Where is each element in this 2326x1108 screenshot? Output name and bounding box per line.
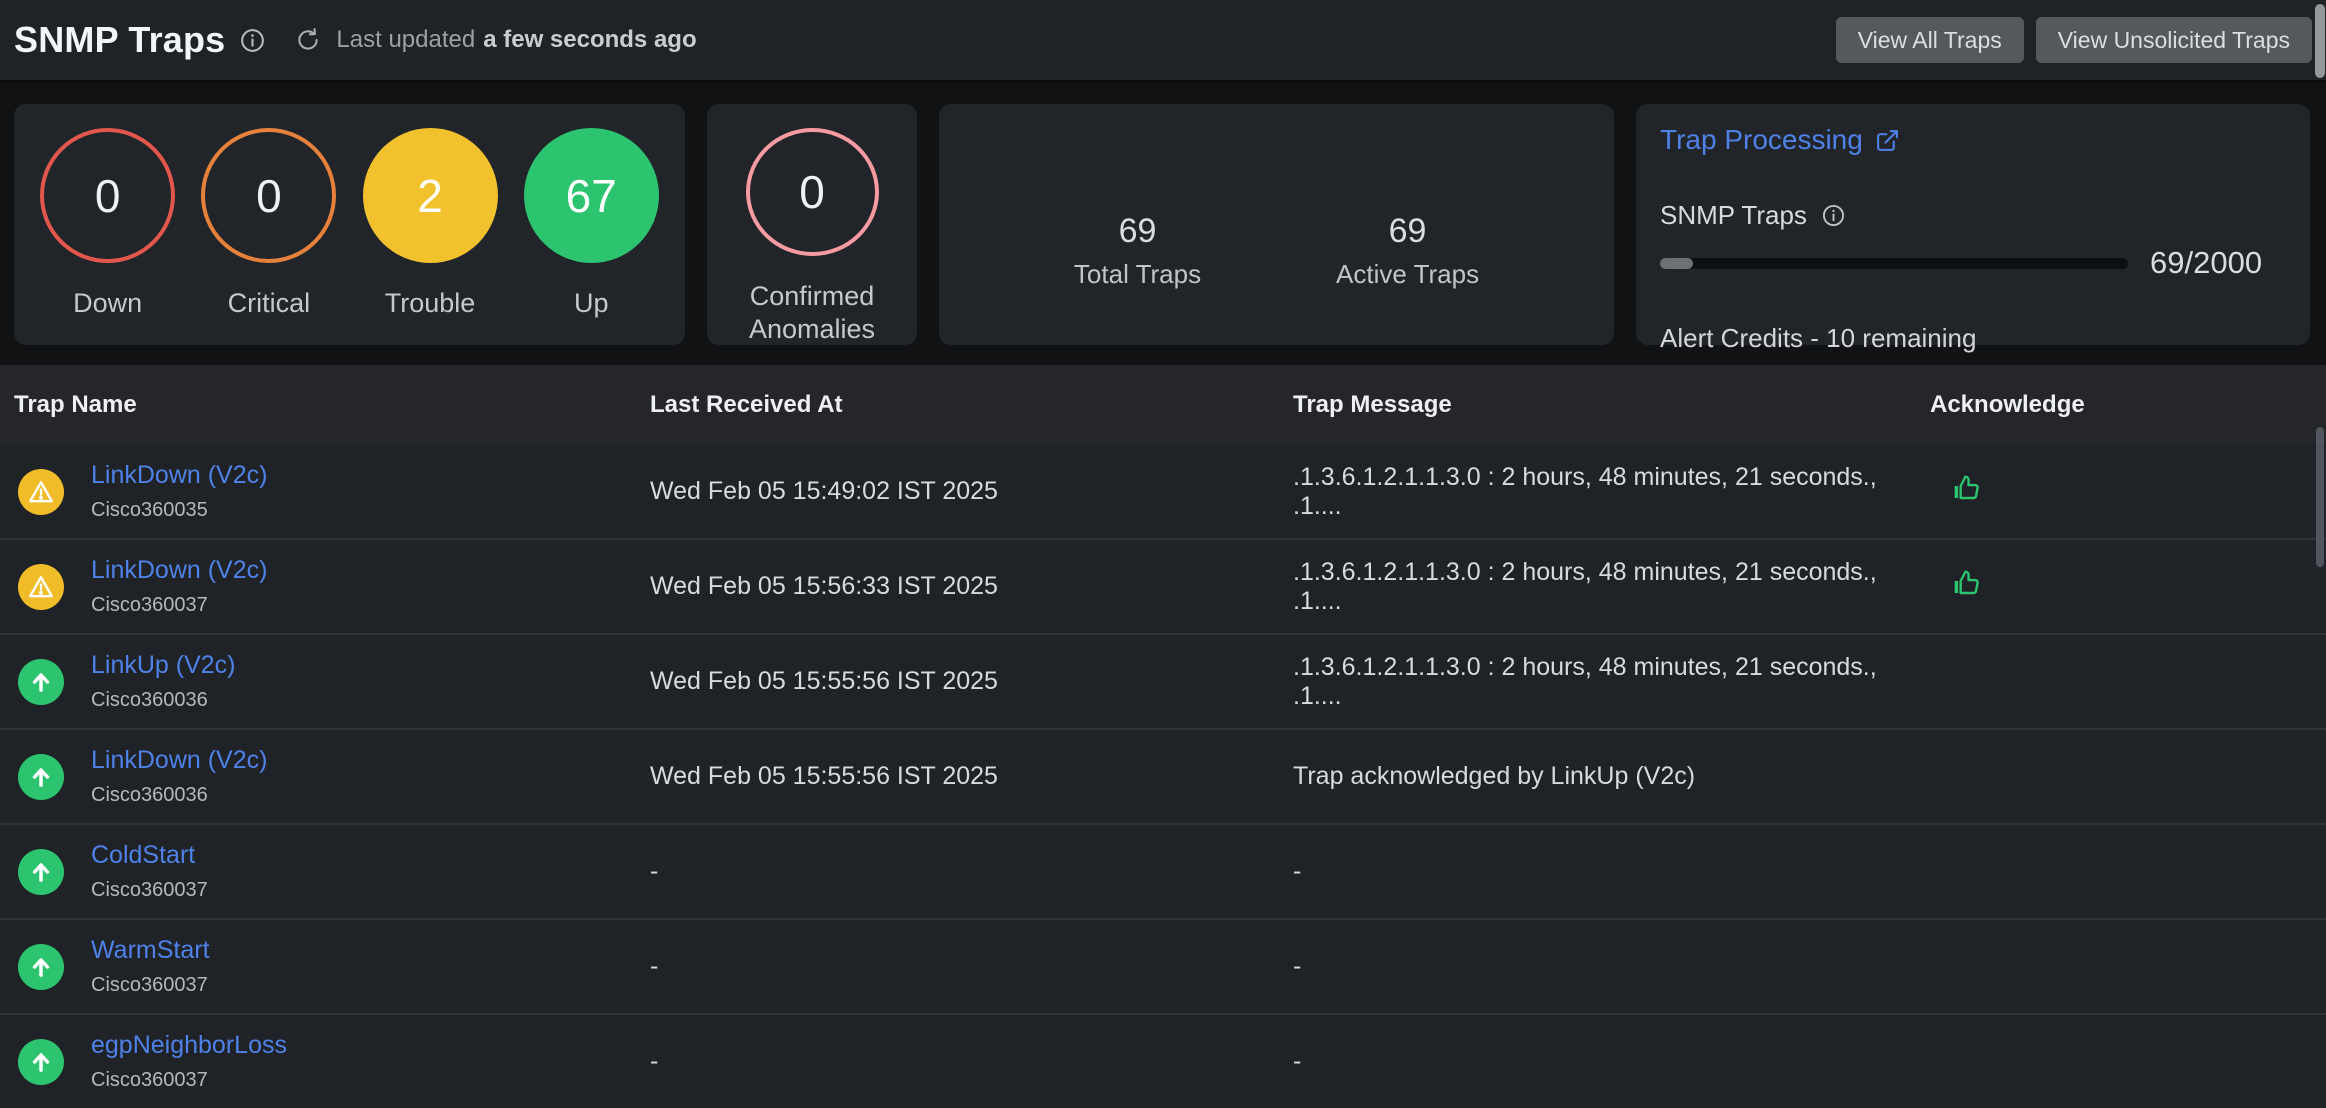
traps-table: Trap Name Last Received At Trap Message … bbox=[0, 365, 2326, 1108]
trap-message: .1.3.6.1.2.1.1.3.0 : 2 hours, 48 minutes… bbox=[1293, 653, 1930, 711]
page-title: SNMP Traps bbox=[14, 19, 225, 61]
last-received-at: Wed Feb 05 15:55:56 IST 2025 bbox=[650, 762, 1293, 791]
trouble-count-circle: 2 bbox=[363, 128, 498, 263]
view-unsolicited-traps-button[interactable]: View Unsolicited Traps bbox=[2036, 17, 2312, 63]
summary-cards-row: 0 Down 0 Critical 2 Trouble 67 Up 0 Conf… bbox=[14, 104, 2310, 345]
traps-usage-progress-fill bbox=[1660, 258, 1693, 269]
status-down: 0 Down bbox=[40, 128, 175, 319]
last-received-at: Wed Feb 05 15:49:02 IST 2025 bbox=[650, 477, 1293, 506]
critical-count-circle: 0 bbox=[201, 128, 336, 263]
table-row: WarmStart Cisco360037 - - bbox=[0, 920, 2326, 1015]
device-name: Cisco360036 bbox=[91, 784, 267, 807]
column-header-acknowledge: Acknowledge bbox=[1930, 391, 2326, 419]
last-updated-text: Last updateda few seconds ago bbox=[336, 26, 696, 54]
trap-processing-card: Trap Processing SNMP Traps 69/2000 Alert… bbox=[1636, 104, 2310, 345]
status-label: Up bbox=[574, 287, 609, 319]
trap-name-link[interactable]: WarmStart bbox=[91, 936, 210, 965]
status-up: 67 Up bbox=[524, 128, 659, 319]
column-header-trap-message: Trap Message bbox=[1293, 391, 1930, 419]
table-row: LinkUp (V2c) Cisco360036 Wed Feb 05 15:5… bbox=[0, 635, 2326, 730]
device-name: Cisco360037 bbox=[91, 974, 210, 997]
total-traps-label: Total Traps bbox=[1074, 259, 1201, 290]
trap-name-link[interactable]: LinkDown (V2c) bbox=[91, 746, 267, 775]
up-arrow-icon bbox=[18, 849, 64, 895]
last-received-at: Wed Feb 05 15:56:33 IST 2025 bbox=[650, 572, 1293, 601]
refresh-icon[interactable] bbox=[294, 26, 322, 54]
up-arrow-icon bbox=[18, 659, 64, 705]
trap-processing-link[interactable]: Trap Processing bbox=[1660, 124, 1863, 156]
column-header-trap-name: Trap Name bbox=[0, 391, 650, 419]
traps-usage-value: 69/2000 bbox=[2150, 245, 2262, 281]
table-row: LinkDown (V2c) Cisco360035 Wed Feb 05 15… bbox=[0, 445, 2326, 540]
table-header-row: Trap Name Last Received At Trap Message … bbox=[0, 365, 2326, 445]
trap-name-link[interactable]: ColdStart bbox=[91, 841, 208, 870]
active-traps-label: Active Traps bbox=[1336, 259, 1479, 290]
external-link-icon[interactable] bbox=[1875, 128, 1900, 153]
confirmed-anomalies-card: 0 Confirmed Anomalies bbox=[707, 104, 917, 345]
view-all-traps-button[interactable]: View All Traps bbox=[1836, 17, 2024, 63]
trap-name-link[interactable]: LinkDown (V2c) bbox=[91, 556, 267, 585]
status-counts-card: 0 Down 0 Critical 2 Trouble 67 Up bbox=[14, 104, 685, 345]
page-scrollbar-thumb[interactable] bbox=[2315, 4, 2325, 78]
down-count-circle: 0 bbox=[40, 128, 175, 263]
info-icon[interactable] bbox=[1821, 203, 1846, 228]
trap-message: - bbox=[1293, 952, 1930, 981]
acknowledge-thumbs-up-icon[interactable] bbox=[1950, 567, 1982, 599]
device-name: Cisco360037 bbox=[91, 1069, 287, 1092]
last-received-at: - bbox=[650, 857, 1293, 886]
top-header-bar: SNMP Traps Last updateda few seconds ago… bbox=[0, 0, 2326, 82]
info-icon[interactable] bbox=[239, 27, 266, 54]
table-scrollbar-thumb[interactable] bbox=[2316, 427, 2324, 567]
column-header-last-received: Last Received At bbox=[650, 391, 1293, 419]
status-critical: 0 Critical bbox=[201, 128, 336, 319]
trap-totals-card: 69 Total Traps 69 Active Traps bbox=[939, 104, 1614, 345]
device-name: Cisco360037 bbox=[91, 879, 208, 902]
warning-icon bbox=[18, 469, 64, 515]
table-row: ColdStart Cisco360037 - - bbox=[0, 825, 2326, 920]
trap-name-link[interactable]: LinkUp (V2c) bbox=[91, 651, 236, 680]
trap-name-link[interactable]: LinkDown (V2c) bbox=[91, 461, 267, 490]
total-traps-value: 69 bbox=[1074, 212, 1201, 251]
snmp-traps-meter-label: SNMP Traps bbox=[1660, 200, 1807, 231]
traps-usage-progress-bar bbox=[1660, 258, 2128, 269]
status-label: Down bbox=[73, 287, 142, 319]
trap-message: - bbox=[1293, 1047, 1930, 1076]
trap-message: .1.3.6.1.2.1.1.3.0 : 2 hours, 48 minutes… bbox=[1293, 463, 1930, 521]
warning-icon bbox=[18, 564, 64, 610]
status-label: Critical bbox=[228, 287, 311, 319]
last-received-at: - bbox=[650, 1047, 1293, 1076]
status-trouble: 2 Trouble bbox=[363, 128, 498, 319]
trap-name-link[interactable]: egpNeighborLoss bbox=[91, 1031, 287, 1060]
table-row: LinkDown (V2c) Cisco360036 Wed Feb 05 15… bbox=[0, 730, 2326, 825]
confirmed-anomalies-label: Confirmed Anomalies bbox=[732, 280, 892, 345]
device-name: Cisco360037 bbox=[91, 594, 267, 617]
alert-credits-text: Alert Credits - 10 remaining bbox=[1660, 323, 2282, 354]
device-name: Cisco360036 bbox=[91, 689, 236, 712]
table-row: egpNeighborLoss Cisco360037 - - bbox=[0, 1015, 2326, 1108]
last-received-at: - bbox=[650, 952, 1293, 981]
acknowledge-thumbs-up-icon[interactable] bbox=[1950, 472, 1982, 504]
trap-message: - bbox=[1293, 857, 1930, 886]
device-name: Cisco360035 bbox=[91, 499, 267, 522]
confirmed-anomalies-circle: 0 bbox=[746, 128, 879, 256]
up-count-circle: 67 bbox=[524, 128, 659, 263]
up-arrow-icon bbox=[18, 1039, 64, 1085]
active-traps-stat: 69 Active Traps bbox=[1336, 212, 1479, 290]
trap-message: Trap acknowledged by LinkUp (V2c) bbox=[1293, 762, 1930, 791]
table-body: LinkDown (V2c) Cisco360035 Wed Feb 05 15… bbox=[0, 445, 2326, 1108]
total-traps-stat: 69 Total Traps bbox=[1074, 212, 1201, 290]
table-row: LinkDown (V2c) Cisco360037 Wed Feb 05 15… bbox=[0, 540, 2326, 635]
up-arrow-icon bbox=[18, 754, 64, 800]
active-traps-value: 69 bbox=[1336, 212, 1479, 251]
trap-message: .1.3.6.1.2.1.1.3.0 : 2 hours, 48 minutes… bbox=[1293, 558, 1930, 616]
last-received-at: Wed Feb 05 15:55:56 IST 2025 bbox=[650, 667, 1293, 696]
status-label: Trouble bbox=[385, 287, 476, 319]
up-arrow-icon bbox=[18, 944, 64, 990]
